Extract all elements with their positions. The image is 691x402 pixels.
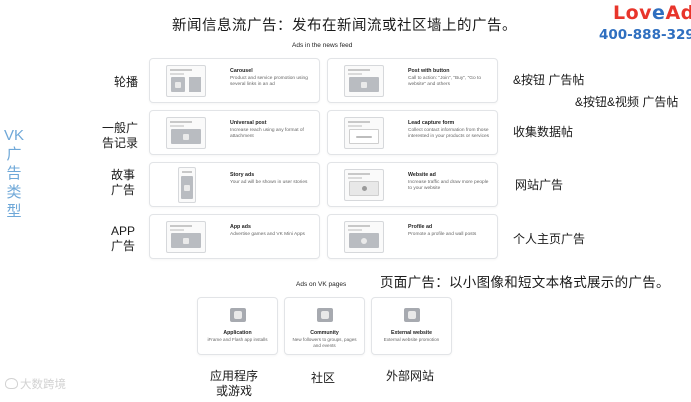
label-story-ads: 故事 广告 [106, 168, 140, 198]
card-description: Increase reach using any format of attac… [230, 128, 304, 139]
label-profile-ad: 个人主页广告 [513, 232, 586, 246]
side-title-char: VK [4, 127, 25, 144]
label-line: 广告 [110, 183, 135, 197]
label-lead-form: 收集数据帖 [513, 125, 574, 139]
label-community: 社区 [311, 371, 336, 385]
ad-card-profile-ad[interactable]: Profile ad Promote a profile and wall po… [327, 214, 498, 259]
page-title: 新闻信息流广告：发布在新闻流或社区墙上的广告。 [172, 18, 517, 34]
ad-card-post-with-button[interactable]: Post with button Call to action: "Join",… [327, 58, 498, 103]
card-title: Profile ad [408, 224, 433, 230]
watermark: 大数跨境 [5, 376, 66, 392]
label-carousel: 轮播 [114, 75, 139, 89]
external-website-icon [404, 308, 420, 322]
pages-section-caption: 页面广告：以小图像和短文本格式展示的广告。 [380, 275, 670, 290]
ad-card-website-ad[interactable]: Website ad Increase traffic and draw mor… [327, 162, 498, 207]
card-description: iFrame and Flash app installs [207, 337, 268, 342]
carousel-thumbnail [166, 65, 206, 97]
card-title: Application [223, 330, 252, 336]
side-vertical-title: VK 广 告 类 型 [4, 126, 24, 221]
ad-card-lead-capture-form[interactable]: Lead capture form Collect contact inform… [327, 110, 498, 155]
card-description: New followers to groups, pages and event… [292, 337, 357, 348]
side-title-char: 告 [6, 165, 22, 182]
side-title-char: 类 [6, 184, 22, 201]
label-external-website: 外部网站 [386, 369, 435, 383]
label-line: APP [110, 224, 135, 238]
label-line: 一般广 [101, 121, 138, 135]
community-icon [317, 308, 333, 322]
phone-number: 400-888-3299 [599, 27, 691, 43]
label-app-ads: APP 广告 [106, 224, 140, 254]
card-title: Lead capture form [408, 120, 455, 126]
ad-card-carousel[interactable]: Carousel Product and service promotion u… [149, 58, 320, 103]
label-post-with-button-video: &按钮&视频 广告帖 [575, 95, 679, 109]
card-title: Community [310, 330, 339, 336]
card-description: Advertise games and VK Mini Apps [230, 232, 305, 237]
card-title: Post with button [408, 68, 450, 74]
label-line: 广告 [110, 239, 135, 253]
label-application: 应用程序 或游戏 [203, 369, 265, 399]
label-line: 或游戏 [215, 384, 252, 398]
label-website-ad: 网站广告 [515, 178, 564, 192]
app-ads-thumbnail [166, 221, 206, 253]
logo-part-1: Lov [613, 2, 653, 24]
card-title: Universal post [230, 120, 267, 126]
label-post-with-button: &按钮 广告帖 [513, 73, 585, 87]
card-title: External website [391, 330, 432, 336]
card-description: Promote a profile and wall posts [408, 232, 477, 237]
application-icon [230, 308, 246, 322]
lead-form-thumbnail [344, 117, 384, 149]
card-description: Your ad will be shown in user stories [230, 180, 308, 185]
logo-part-3: Ad [665, 2, 691, 24]
ad-card-universal-post[interactable]: Universal post Increase reach using any … [149, 110, 320, 155]
page-card-external-website[interactable]: External website External website promot… [371, 297, 452, 355]
card-title: Story ads [230, 172, 255, 178]
post-thumbnail [344, 65, 384, 97]
label-line: 故事 [110, 168, 135, 182]
watermark-icon [5, 378, 18, 389]
side-title-char: 型 [6, 203, 22, 220]
page-card-application[interactable]: Application iFrame and Flash app install… [197, 297, 278, 355]
label-line: 应用程序 [209, 369, 258, 383]
profile-thumbnail [344, 221, 384, 253]
card-title: Carousel [230, 68, 253, 74]
ad-card-app-ads[interactable]: App ads Advertise games and VK Mini Apps [149, 214, 320, 259]
card-title: App ads [230, 224, 251, 230]
card-description: Call to action: "Join", "Buy", "Go to we… [408, 76, 482, 87]
card-description: External website promotion [383, 337, 440, 342]
label-line: 告记录 [101, 136, 138, 150]
story-thumbnail [178, 167, 196, 203]
page-card-community[interactable]: Community New followers to groups, pages… [284, 297, 365, 355]
universal-post-thumbnail [166, 117, 206, 149]
card-description: Product and service promotion using seve… [230, 76, 308, 87]
logo-part-2: e [652, 2, 666, 24]
pages-section-heading: Ads on VK pages [296, 281, 347, 288]
watermark-text: 大数跨境 [20, 379, 66, 391]
card-description: Increase traffic and draw more people to… [408, 180, 489, 191]
side-title-char: 广 [6, 146, 22, 163]
website-thumbnail [344, 169, 384, 201]
card-title: Website ad [408, 172, 436, 178]
label-universal-post: 一般广 告记录 [100, 121, 140, 151]
ad-card-story-ads[interactable]: Story ads Your ad will be shown in user … [149, 162, 320, 207]
feed-section-heading: Ads in the news feed [292, 42, 353, 49]
card-description: Collect contact information from those i… [408, 128, 490, 139]
brand-logo: LoveAd [613, 2, 691, 24]
